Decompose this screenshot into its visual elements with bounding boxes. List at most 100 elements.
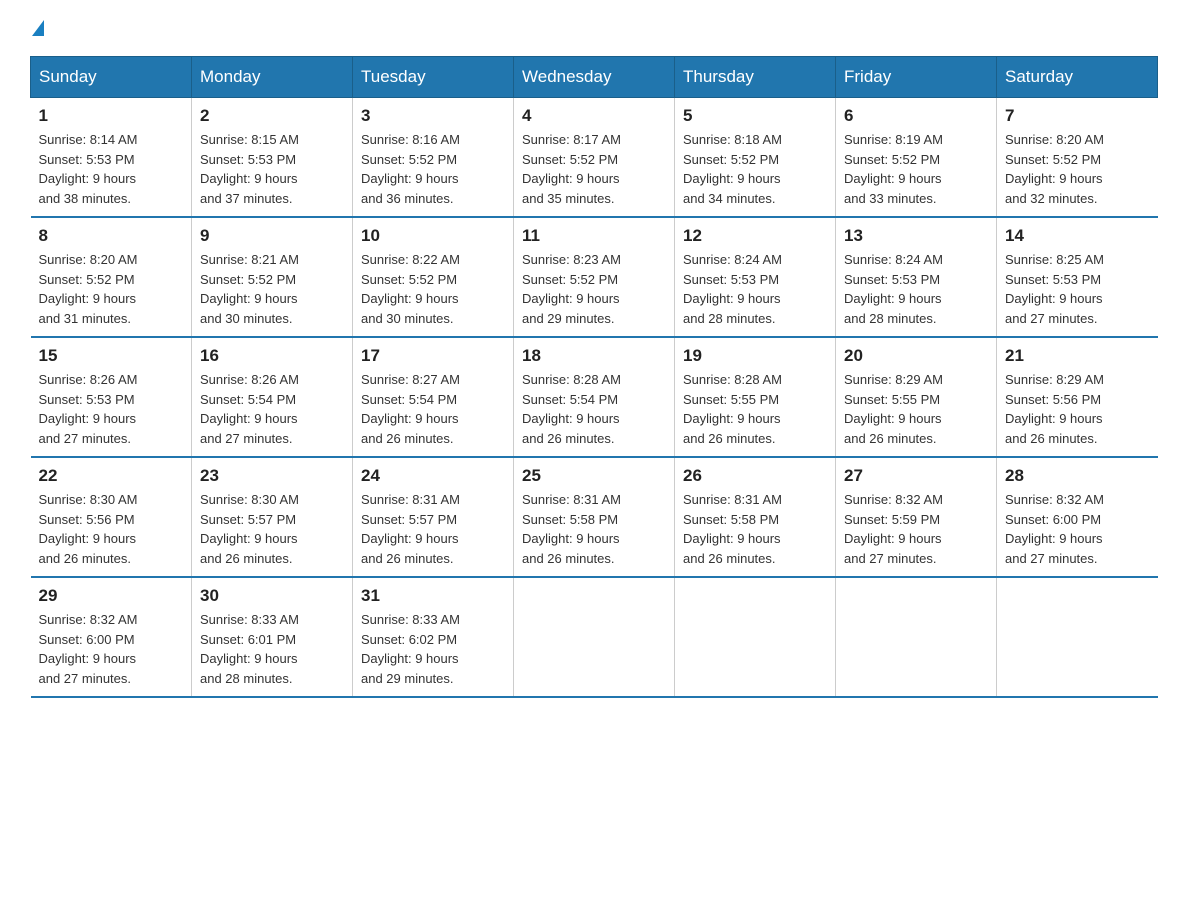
- day-info: Sunrise: 8:24 AM Sunset: 5:53 PM Dayligh…: [844, 250, 988, 328]
- calendar-week-2: 8 Sunrise: 8:20 AM Sunset: 5:52 PM Dayli…: [31, 217, 1158, 337]
- day-number: 26: [683, 466, 827, 486]
- day-number: 16: [200, 346, 344, 366]
- day-number: 28: [1005, 466, 1150, 486]
- day-number: 7: [1005, 106, 1150, 126]
- calendar-cell: [836, 577, 997, 697]
- header-sunday: Sunday: [31, 57, 192, 98]
- header-wednesday: Wednesday: [514, 57, 675, 98]
- calendar-cell: 6 Sunrise: 8:19 AM Sunset: 5:52 PM Dayli…: [836, 98, 997, 218]
- day-info: Sunrise: 8:28 AM Sunset: 5:54 PM Dayligh…: [522, 370, 666, 448]
- day-info: Sunrise: 8:24 AM Sunset: 5:53 PM Dayligh…: [683, 250, 827, 328]
- day-number: 25: [522, 466, 666, 486]
- day-info: Sunrise: 8:17 AM Sunset: 5:52 PM Dayligh…: [522, 130, 666, 208]
- day-info: Sunrise: 8:31 AM Sunset: 5:58 PM Dayligh…: [683, 490, 827, 568]
- day-number: 24: [361, 466, 505, 486]
- day-number: 31: [361, 586, 505, 606]
- calendar-cell: 14 Sunrise: 8:25 AM Sunset: 5:53 PM Dayl…: [997, 217, 1158, 337]
- day-info: Sunrise: 8:31 AM Sunset: 5:58 PM Dayligh…: [522, 490, 666, 568]
- day-number: 13: [844, 226, 988, 246]
- day-number: 29: [39, 586, 184, 606]
- day-info: Sunrise: 8:28 AM Sunset: 5:55 PM Dayligh…: [683, 370, 827, 448]
- calendar-cell: 7 Sunrise: 8:20 AM Sunset: 5:52 PM Dayli…: [997, 98, 1158, 218]
- day-info: Sunrise: 8:33 AM Sunset: 6:01 PM Dayligh…: [200, 610, 344, 688]
- header-saturday: Saturday: [997, 57, 1158, 98]
- calendar-cell: 3 Sunrise: 8:16 AM Sunset: 5:52 PM Dayli…: [353, 98, 514, 218]
- day-number: 14: [1005, 226, 1150, 246]
- calendar-cell: 11 Sunrise: 8:23 AM Sunset: 5:52 PM Dayl…: [514, 217, 675, 337]
- day-number: 22: [39, 466, 184, 486]
- calendar-cell: 21 Sunrise: 8:29 AM Sunset: 5:56 PM Dayl…: [997, 337, 1158, 457]
- calendar-cell: 17 Sunrise: 8:27 AM Sunset: 5:54 PM Dayl…: [353, 337, 514, 457]
- calendar-cell: 9 Sunrise: 8:21 AM Sunset: 5:52 PM Dayli…: [192, 217, 353, 337]
- day-info: Sunrise: 8:15 AM Sunset: 5:53 PM Dayligh…: [200, 130, 344, 208]
- day-number: 8: [39, 226, 184, 246]
- day-info: Sunrise: 8:31 AM Sunset: 5:57 PM Dayligh…: [361, 490, 505, 568]
- day-number: 3: [361, 106, 505, 126]
- day-number: 17: [361, 346, 505, 366]
- day-number: 4: [522, 106, 666, 126]
- header-tuesday: Tuesday: [353, 57, 514, 98]
- day-info: Sunrise: 8:26 AM Sunset: 5:53 PM Dayligh…: [39, 370, 184, 448]
- day-number: 27: [844, 466, 988, 486]
- calendar-cell: 12 Sunrise: 8:24 AM Sunset: 5:53 PM Dayl…: [675, 217, 836, 337]
- calendar-week-5: 29 Sunrise: 8:32 AM Sunset: 6:00 PM Dayl…: [31, 577, 1158, 697]
- day-number: 2: [200, 106, 344, 126]
- calendar-week-4: 22 Sunrise: 8:30 AM Sunset: 5:56 PM Dayl…: [31, 457, 1158, 577]
- logo: [30, 20, 46, 38]
- day-info: Sunrise: 8:30 AM Sunset: 5:56 PM Dayligh…: [39, 490, 184, 568]
- day-info: Sunrise: 8:21 AM Sunset: 5:52 PM Dayligh…: [200, 250, 344, 328]
- day-number: 1: [39, 106, 184, 126]
- calendar-cell: 27 Sunrise: 8:32 AM Sunset: 5:59 PM Dayl…: [836, 457, 997, 577]
- day-number: 30: [200, 586, 344, 606]
- calendar-cell: 19 Sunrise: 8:28 AM Sunset: 5:55 PM Dayl…: [675, 337, 836, 457]
- day-info: Sunrise: 8:16 AM Sunset: 5:52 PM Dayligh…: [361, 130, 505, 208]
- day-number: 11: [522, 226, 666, 246]
- day-info: Sunrise: 8:18 AM Sunset: 5:52 PM Dayligh…: [683, 130, 827, 208]
- calendar-cell: 5 Sunrise: 8:18 AM Sunset: 5:52 PM Dayli…: [675, 98, 836, 218]
- calendar-cell: 30 Sunrise: 8:33 AM Sunset: 6:01 PM Dayl…: [192, 577, 353, 697]
- day-number: 5: [683, 106, 827, 126]
- day-number: 21: [1005, 346, 1150, 366]
- calendar-cell: 1 Sunrise: 8:14 AM Sunset: 5:53 PM Dayli…: [31, 98, 192, 218]
- calendar-cell: 2 Sunrise: 8:15 AM Sunset: 5:53 PM Dayli…: [192, 98, 353, 218]
- calendar-header-row: SundayMondayTuesdayWednesdayThursdayFrid…: [31, 57, 1158, 98]
- calendar-cell: 23 Sunrise: 8:30 AM Sunset: 5:57 PM Dayl…: [192, 457, 353, 577]
- logo-triangle-icon: [32, 20, 44, 36]
- day-info: Sunrise: 8:20 AM Sunset: 5:52 PM Dayligh…: [39, 250, 184, 328]
- day-info: Sunrise: 8:25 AM Sunset: 5:53 PM Dayligh…: [1005, 250, 1150, 328]
- calendar-cell: 13 Sunrise: 8:24 AM Sunset: 5:53 PM Dayl…: [836, 217, 997, 337]
- calendar-cell: 29 Sunrise: 8:32 AM Sunset: 6:00 PM Dayl…: [31, 577, 192, 697]
- day-number: 9: [200, 226, 344, 246]
- day-info: Sunrise: 8:32 AM Sunset: 6:00 PM Dayligh…: [1005, 490, 1150, 568]
- calendar-cell: 28 Sunrise: 8:32 AM Sunset: 6:00 PM Dayl…: [997, 457, 1158, 577]
- calendar-cell: 18 Sunrise: 8:28 AM Sunset: 5:54 PM Dayl…: [514, 337, 675, 457]
- page-header: [30, 20, 1158, 38]
- day-number: 10: [361, 226, 505, 246]
- day-info: Sunrise: 8:32 AM Sunset: 6:00 PM Dayligh…: [39, 610, 184, 688]
- calendar-cell: [675, 577, 836, 697]
- calendar-cell: 25 Sunrise: 8:31 AM Sunset: 5:58 PM Dayl…: [514, 457, 675, 577]
- calendar-cell: 22 Sunrise: 8:30 AM Sunset: 5:56 PM Dayl…: [31, 457, 192, 577]
- day-info: Sunrise: 8:19 AM Sunset: 5:52 PM Dayligh…: [844, 130, 988, 208]
- header-thursday: Thursday: [675, 57, 836, 98]
- header-monday: Monday: [192, 57, 353, 98]
- day-number: 23: [200, 466, 344, 486]
- day-info: Sunrise: 8:29 AM Sunset: 5:55 PM Dayligh…: [844, 370, 988, 448]
- calendar-cell: 24 Sunrise: 8:31 AM Sunset: 5:57 PM Dayl…: [353, 457, 514, 577]
- calendar-cell: 20 Sunrise: 8:29 AM Sunset: 5:55 PM Dayl…: [836, 337, 997, 457]
- calendar-week-1: 1 Sunrise: 8:14 AM Sunset: 5:53 PM Dayli…: [31, 98, 1158, 218]
- calendar-cell: 8 Sunrise: 8:20 AM Sunset: 5:52 PM Dayli…: [31, 217, 192, 337]
- calendar-week-3: 15 Sunrise: 8:26 AM Sunset: 5:53 PM Dayl…: [31, 337, 1158, 457]
- day-info: Sunrise: 8:26 AM Sunset: 5:54 PM Dayligh…: [200, 370, 344, 448]
- day-number: 12: [683, 226, 827, 246]
- day-info: Sunrise: 8:29 AM Sunset: 5:56 PM Dayligh…: [1005, 370, 1150, 448]
- calendar-cell: 26 Sunrise: 8:31 AM Sunset: 5:58 PM Dayl…: [675, 457, 836, 577]
- day-info: Sunrise: 8:32 AM Sunset: 5:59 PM Dayligh…: [844, 490, 988, 568]
- day-info: Sunrise: 8:23 AM Sunset: 5:52 PM Dayligh…: [522, 250, 666, 328]
- day-info: Sunrise: 8:30 AM Sunset: 5:57 PM Dayligh…: [200, 490, 344, 568]
- calendar-cell: 31 Sunrise: 8:33 AM Sunset: 6:02 PM Dayl…: [353, 577, 514, 697]
- calendar-cell: 10 Sunrise: 8:22 AM Sunset: 5:52 PM Dayl…: [353, 217, 514, 337]
- calendar-table: SundayMondayTuesdayWednesdayThursdayFrid…: [30, 56, 1158, 698]
- calendar-cell: 4 Sunrise: 8:17 AM Sunset: 5:52 PM Dayli…: [514, 98, 675, 218]
- logo-text: [30, 20, 46, 38]
